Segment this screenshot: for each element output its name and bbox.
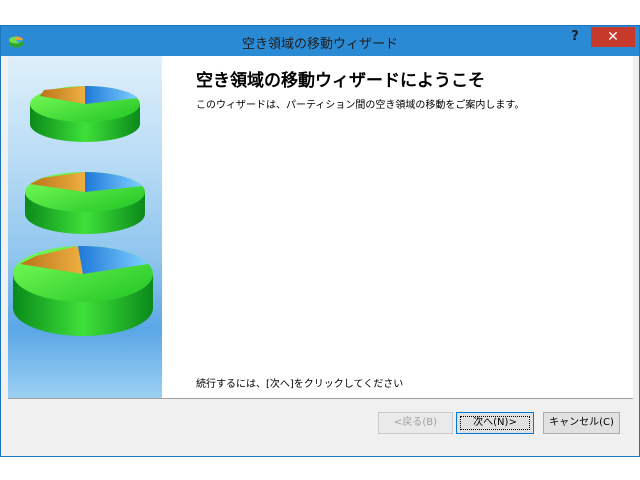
disk-graphic-3 xyxy=(13,245,153,336)
disk-graphic-2 xyxy=(25,172,145,234)
description-text: このウィザードは、パーティション間の空き領域の移動をご案内します。 xyxy=(196,100,525,111)
wizard-content: 空き領域の移動ウィザードにようこそ このウィザードは、パーティション間の空き領域… xyxy=(162,56,633,398)
back-button[interactable]: <戻る(B) xyxy=(378,412,453,434)
focus-rectangle xyxy=(460,416,530,430)
continue-hint-text: 続行するには、[次へ]をクリックしてください xyxy=(196,379,404,390)
disk-pie-chart-icon xyxy=(13,85,153,336)
page-title: 空き領域の移動ウィザードにようこそ xyxy=(196,71,485,91)
disk-graphic-1 xyxy=(30,85,140,142)
wizard-side-banner xyxy=(8,56,162,398)
title-bar[interactable]: 空き領域の移動ウィザード ? ✕ xyxy=(1,26,639,56)
window-title: 空き領域の移動ウィザード xyxy=(241,37,398,52)
help-button[interactable]: ? xyxy=(561,26,589,48)
wizard-window: 空き領域の移動ウィザード ? ✕ 空き領域の移動ウィザードにようこそ このウィザ… xyxy=(0,25,640,457)
button-separator xyxy=(8,398,633,399)
next-button[interactable]: 次へ(N)> xyxy=(456,412,534,434)
cancel-button[interactable]: キャンセル(C) xyxy=(543,412,620,434)
close-button[interactable]: ✕ xyxy=(591,27,635,47)
